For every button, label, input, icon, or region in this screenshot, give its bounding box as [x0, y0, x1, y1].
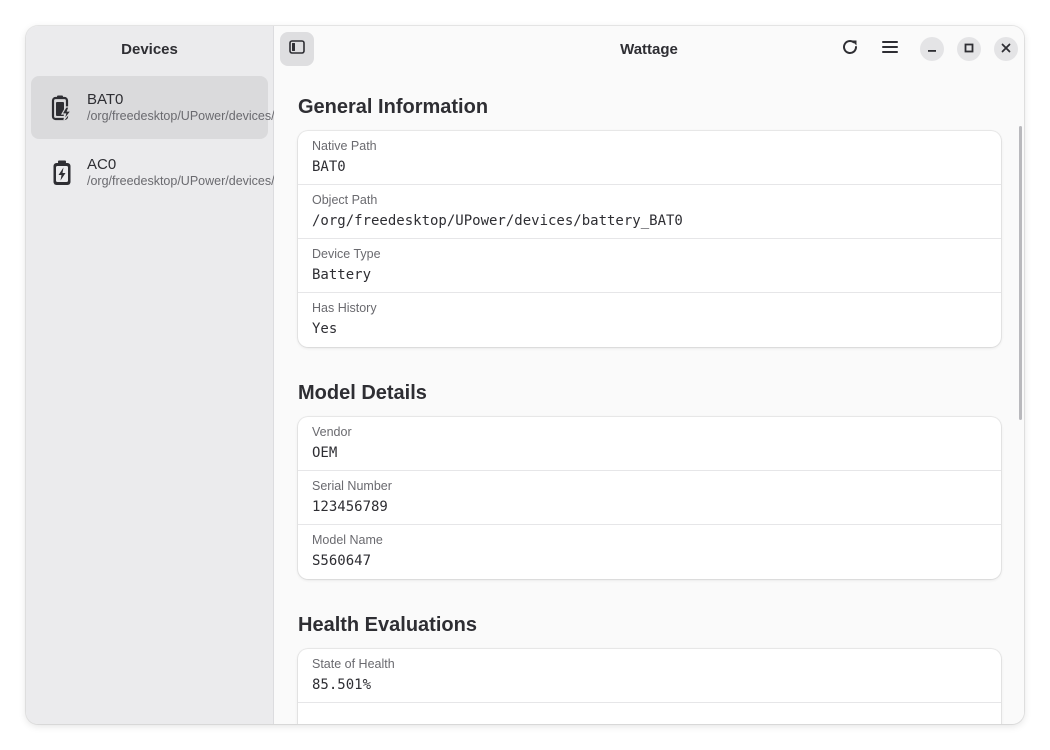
refresh-icon — [841, 38, 859, 61]
row-label: Device Type — [312, 247, 381, 261]
device-list: BAT0 /org/freedesktop/UPower/devices/bat… — [26, 72, 367, 208]
row-value: 85.501% — [312, 677, 372, 693]
device-name: AC0 — [87, 156, 117, 173]
section-title-model: Model Details — [298, 382, 427, 404]
device-path: /org/freedesktop/UPower/devices/line_pow… — [87, 174, 367, 188]
main-menu-button[interactable] — [873, 32, 907, 66]
close-icon — [1001, 40, 1011, 58]
menu-icon — [882, 40, 898, 59]
row-value: 123456789 — [312, 499, 388, 515]
maximize-button[interactable] — [957, 37, 981, 61]
minimize-button[interactable] — [920, 37, 944, 61]
row-label: State of Health — [312, 657, 395, 671]
details-scroll-area[interactable]: General Information Native Path BAT0 Obj… — [274, 72, 1024, 724]
app-window: Devices BAT0 /org/freedesktop/UPower/dev… — [26, 26, 1024, 724]
row-label: Native Path — [312, 139, 377, 153]
general-info-card: Native Path BAT0 Object Path /org/freede… — [298, 131, 1001, 347]
refresh-button[interactable] — [833, 32, 867, 66]
info-row: Vendor OEM — [298, 417, 1001, 471]
row-label: Model Name — [312, 533, 383, 547]
sidebar-toggle-icon — [289, 39, 305, 59]
info-row: Object Path /org/freedesktop/UPower/devi… — [298, 185, 1001, 239]
row-value: Yes — [312, 321, 338, 337]
info-row: Has History Yes — [298, 293, 1001, 347]
row-value: /org/freedesktop/UPower/devices/battery_… — [312, 213, 683, 229]
close-button[interactable] — [994, 37, 1018, 61]
maximize-icon — [964, 40, 974, 58]
device-name: BAT0 — [87, 91, 124, 108]
section-title-health: Health Evaluations — [298, 614, 477, 636]
row-label: Vendor — [312, 425, 352, 439]
health-card: State of Health 85.501% — [298, 649, 1001, 724]
sidebar-toggle-button[interactable] — [280, 32, 314, 66]
sidebar-title: Devices — [121, 40, 178, 58]
row-label: Object Path — [312, 193, 378, 207]
vertical-scrollbar[interactable] — [1019, 126, 1022, 420]
row-value: OEM — [312, 445, 338, 461]
header-actions — [833, 32, 1018, 66]
info-row: Native Path BAT0 — [298, 131, 1001, 185]
info-row: Device Type Battery — [298, 239, 1001, 293]
info-row: State of Health 85.501% — [298, 649, 1001, 703]
model-details-card: Vendor OEM Serial Number 123456789 Model… — [298, 417, 1001, 579]
row-value: S560647 — [312, 553, 372, 569]
row-value: BAT0 — [312, 159, 346, 175]
headerbar: Wattage — [274, 26, 1024, 72]
device-item-ac0[interactable]: AC0 /org/freedesktop/UPower/devices/line… — [31, 141, 367, 204]
main-pane: Wattage General Information Native Path … — [274, 26, 1024, 724]
minimize-icon — [927, 40, 937, 58]
info-row — [298, 703, 1001, 724]
info-row: Model Name S560647 — [298, 525, 1001, 579]
row-label: Has History — [312, 301, 377, 315]
sidebar: Devices BAT0 /org/freedesktop/UPower/dev… — [26, 26, 367, 724]
row-label: Serial Number — [312, 479, 392, 493]
device-item-bat0[interactable]: BAT0 /org/freedesktop/UPower/devices/bat… — [31, 76, 351, 139]
row-value: Battery — [312, 267, 372, 283]
section-title-general: General Information — [298, 96, 489, 118]
battery-charging-icon — [49, 95, 75, 121]
device-path: /org/freedesktop/UPower/devices/battery_… — [87, 109, 351, 123]
ac-power-icon — [49, 160, 75, 186]
info-row: Serial Number 123456789 — [298, 471, 1001, 525]
